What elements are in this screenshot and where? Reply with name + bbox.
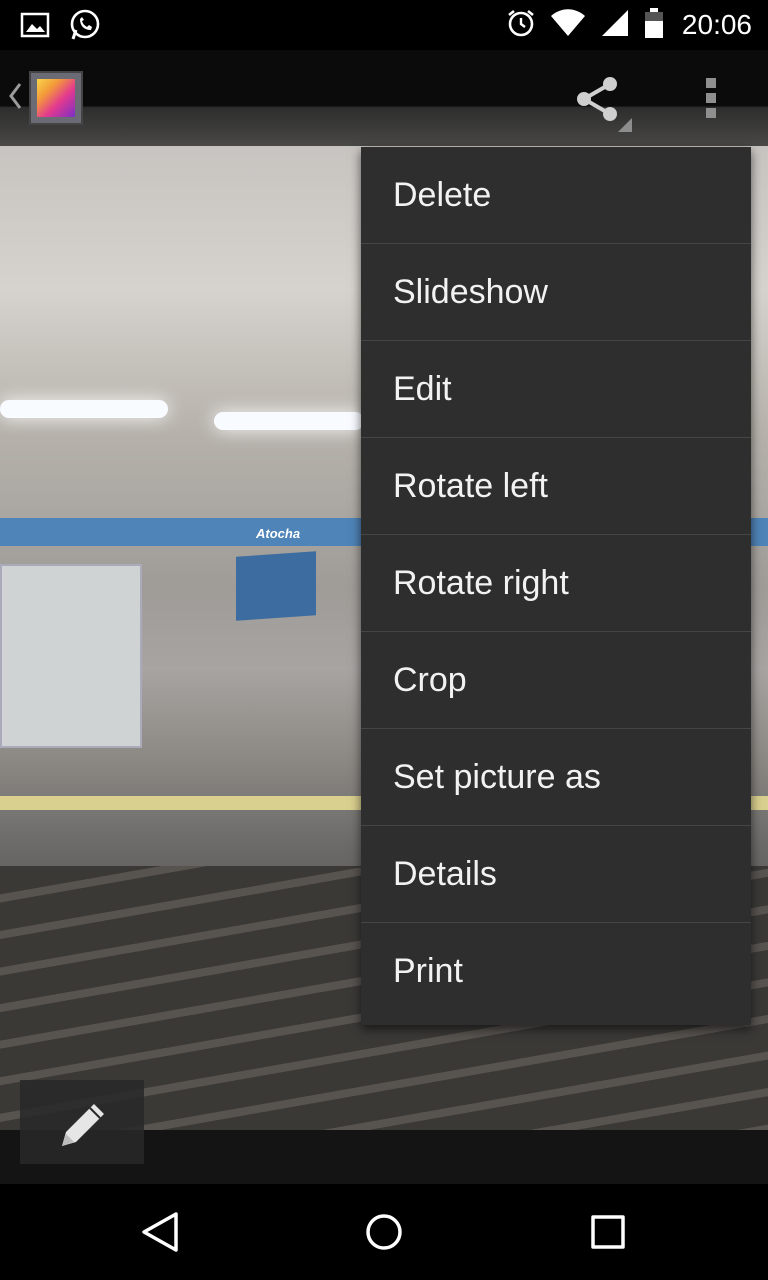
wifi-icon xyxy=(550,8,586,43)
overflow-menu-button[interactable] xyxy=(690,72,734,124)
overflow-menu: Delete Slideshow Edit Rotate left Rotate… xyxy=(361,147,751,1025)
picture-notification-icon xyxy=(20,10,50,45)
menu-item-crop[interactable]: Crop xyxy=(361,632,751,729)
menu-item-edit[interactable]: Edit xyxy=(361,341,751,438)
pencil-icon xyxy=(56,1096,112,1157)
gallery-app-icon[interactable] xyxy=(29,71,83,125)
share-button[interactable] xyxy=(570,72,634,136)
up-caret-icon[interactable] xyxy=(8,82,22,116)
menu-item-delete[interactable]: Delete xyxy=(361,147,751,244)
edit-button[interactable] xyxy=(20,1080,144,1164)
alarm-icon xyxy=(506,8,536,43)
back-icon xyxy=(138,1212,182,1260)
whatsapp-icon xyxy=(68,8,102,47)
recents-icon xyxy=(586,1215,630,1260)
menu-item-slideshow[interactable]: Slideshow xyxy=(361,244,751,341)
home-icon xyxy=(362,1214,406,1260)
menu-item-print[interactable]: Print xyxy=(361,923,751,1020)
home-button[interactable] xyxy=(362,1208,406,1261)
overflow-menu-icon xyxy=(690,78,734,128)
back-button[interactable] xyxy=(138,1208,182,1261)
cell-signal-icon xyxy=(600,8,630,43)
share-icon xyxy=(570,77,634,140)
menu-item-rotate-right[interactable]: Rotate right xyxy=(361,535,751,632)
status-bar: 20:06 xyxy=(0,0,768,50)
menu-item-set-picture-as[interactable]: Set picture as xyxy=(361,729,751,826)
clock-time: 20:06 xyxy=(681,9,752,40)
navigation-bar xyxy=(0,1184,768,1280)
action-bar xyxy=(0,50,768,146)
battery-icon xyxy=(644,7,664,44)
recents-button[interactable] xyxy=(586,1208,630,1261)
menu-item-details[interactable]: Details xyxy=(361,826,751,923)
station-sign-text: Atocha xyxy=(256,526,301,541)
menu-item-rotate-left[interactable]: Rotate left xyxy=(361,438,751,535)
